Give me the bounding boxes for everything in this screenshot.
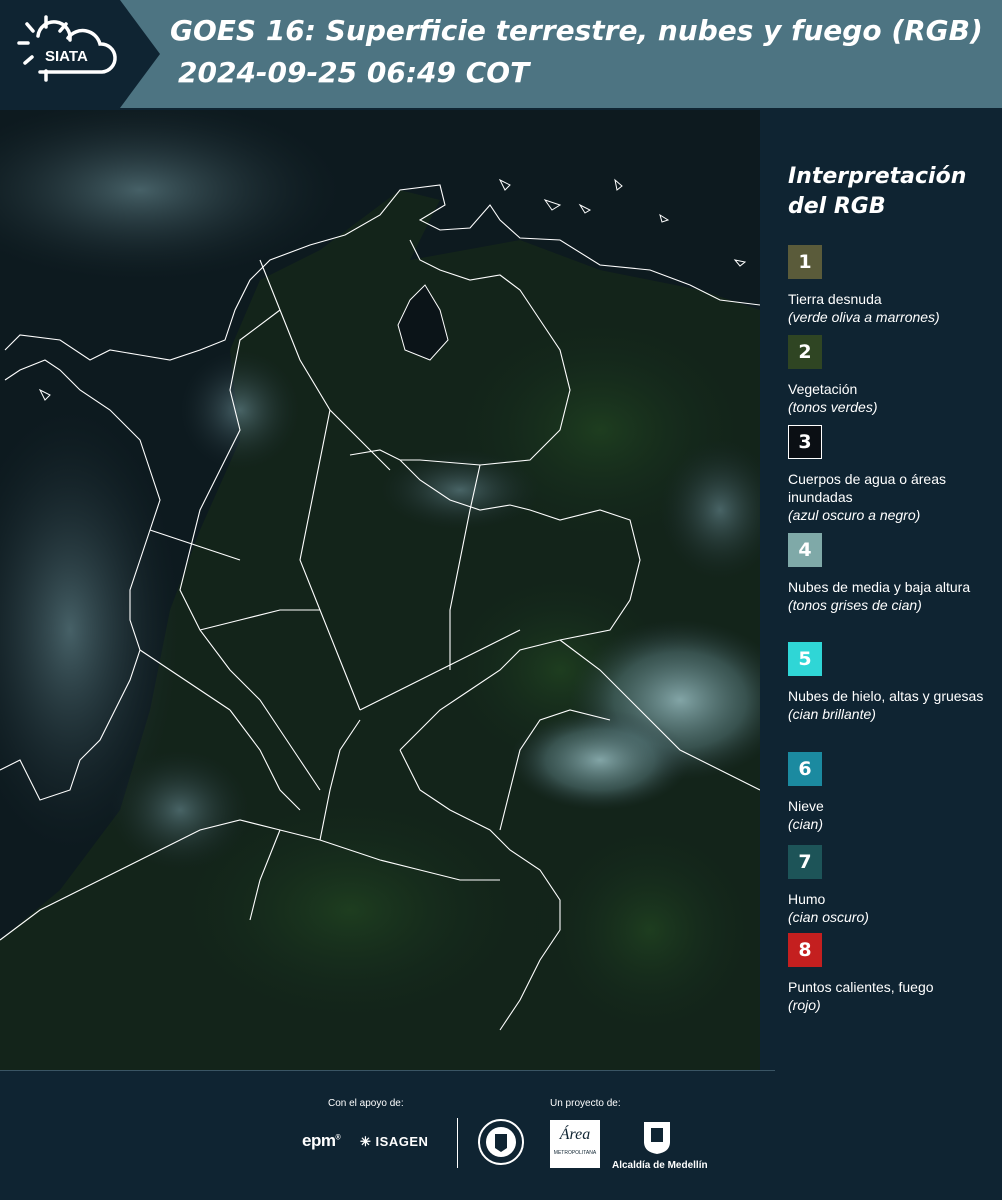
legend-label: Nubes de hielo, altas y gruesas xyxy=(788,688,984,704)
legend-swatch: 5 xyxy=(788,642,822,676)
legend-swatch: 3 xyxy=(788,425,822,459)
legend-item: 7 Humo (cian oscuro) xyxy=(788,845,998,926)
isagen-star-icon: ✳ xyxy=(360,1134,372,1149)
vegetation-patch xyxy=(530,810,760,1050)
legend-swatch: 6 xyxy=(788,752,822,786)
legend-swatch: 2 xyxy=(788,335,822,369)
sun-cloud-icon: SIATA xyxy=(17,15,117,82)
legend-title: Interpretación del RGB xyxy=(788,164,967,219)
legend-label: Vegetación xyxy=(788,381,858,397)
isagen-logo: ✳ ISAGEN xyxy=(360,1134,428,1150)
legend-description: (rojo) xyxy=(788,997,821,1013)
legend-item: 2 Vegetación (tonos verdes) xyxy=(788,335,998,416)
legend-label: Tierra desnuda xyxy=(788,291,882,307)
page-title: GOES 16: Superficie terrestre, nubes y f… xyxy=(170,14,983,47)
timestamp: 2024-09-25 06:49 COT xyxy=(178,56,530,89)
header: SIATA GOES 16: Superficie terrestre, nub… xyxy=(0,0,1002,108)
legend-description: (tonos verdes) xyxy=(788,399,878,415)
satellite-map xyxy=(0,110,760,1070)
epm-logo: epm® xyxy=(302,1131,341,1150)
seal-icon xyxy=(478,1119,524,1165)
legend-label: Nieve xyxy=(788,798,824,814)
legend-description: (cian oscuro) xyxy=(788,909,869,925)
cloud-area xyxy=(180,350,300,470)
legend-item: 8 Puntos calientes, fuego (rojo) xyxy=(788,933,998,1014)
area-logo-subtext: METROPOLITANA xyxy=(553,1150,597,1156)
seal-logo xyxy=(477,1118,525,1166)
footer-divider xyxy=(0,1070,775,1071)
legend-description: (azul oscuro a negro) xyxy=(788,507,921,523)
legend-item: 6 Nieve (cian) xyxy=(788,752,998,833)
logo-text: SIATA xyxy=(45,48,88,65)
area-logo-text: Área xyxy=(559,1126,591,1143)
map-canvas xyxy=(0,110,760,1070)
siata-logo: SIATA xyxy=(0,0,160,108)
cloud-area xyxy=(380,450,540,530)
legend-description: (cian) xyxy=(788,816,824,832)
legend-description: (tonos grises de cian) xyxy=(788,597,922,613)
footer-separator xyxy=(457,1118,458,1168)
area-metropolitana-logo: Área METROPOLITANA xyxy=(550,1120,600,1168)
footer: Con el apoyo de: Un proyecto de: epm® ✳ … xyxy=(0,1070,1002,1200)
legend-description: (verde oliva a marrones) xyxy=(788,309,940,325)
legend-swatch: 7 xyxy=(788,845,822,879)
project-caption: Un proyecto de: xyxy=(550,1098,621,1109)
legend-label: Cuerpos de agua o áreas inundadas xyxy=(788,471,946,505)
legend-panel: Interpretación del RGB 1 Tierra desnuda (v… xyxy=(762,110,1002,1070)
alcaldia-text: Alcaldía de Medellín xyxy=(612,1160,708,1171)
cloud-area xyxy=(110,750,250,870)
legend-item: 4 Nubes de media y baja altura (tonos gris… xyxy=(788,533,998,614)
epm-logo-text: epm xyxy=(302,1131,336,1150)
crest-icon xyxy=(644,1122,670,1154)
support-caption: Con el apoyo de: xyxy=(328,1098,404,1109)
legend-label: Nubes de media y baja altura xyxy=(788,579,971,595)
legend-description: (cian brillante) xyxy=(788,706,876,722)
legend-label: Humo xyxy=(788,891,826,907)
legend-swatch: 4 xyxy=(788,533,822,567)
alcaldia-crest xyxy=(640,1118,674,1156)
isagen-logo-text: ISAGEN xyxy=(375,1134,429,1149)
legend-item: 5 Nubes de hielo, altas y gruesas (cian br… xyxy=(788,642,998,723)
legend-item: 3 Cuerpos de agua o áreas inundadas (azul … xyxy=(788,425,998,524)
legend-swatch: 1 xyxy=(788,245,822,279)
legend-swatch: 8 xyxy=(788,933,822,967)
legend-item: 1 Tierra desnuda (verde oliva a marrones) xyxy=(788,245,998,326)
legend-label: Puntos calientes, fuego xyxy=(788,979,934,995)
